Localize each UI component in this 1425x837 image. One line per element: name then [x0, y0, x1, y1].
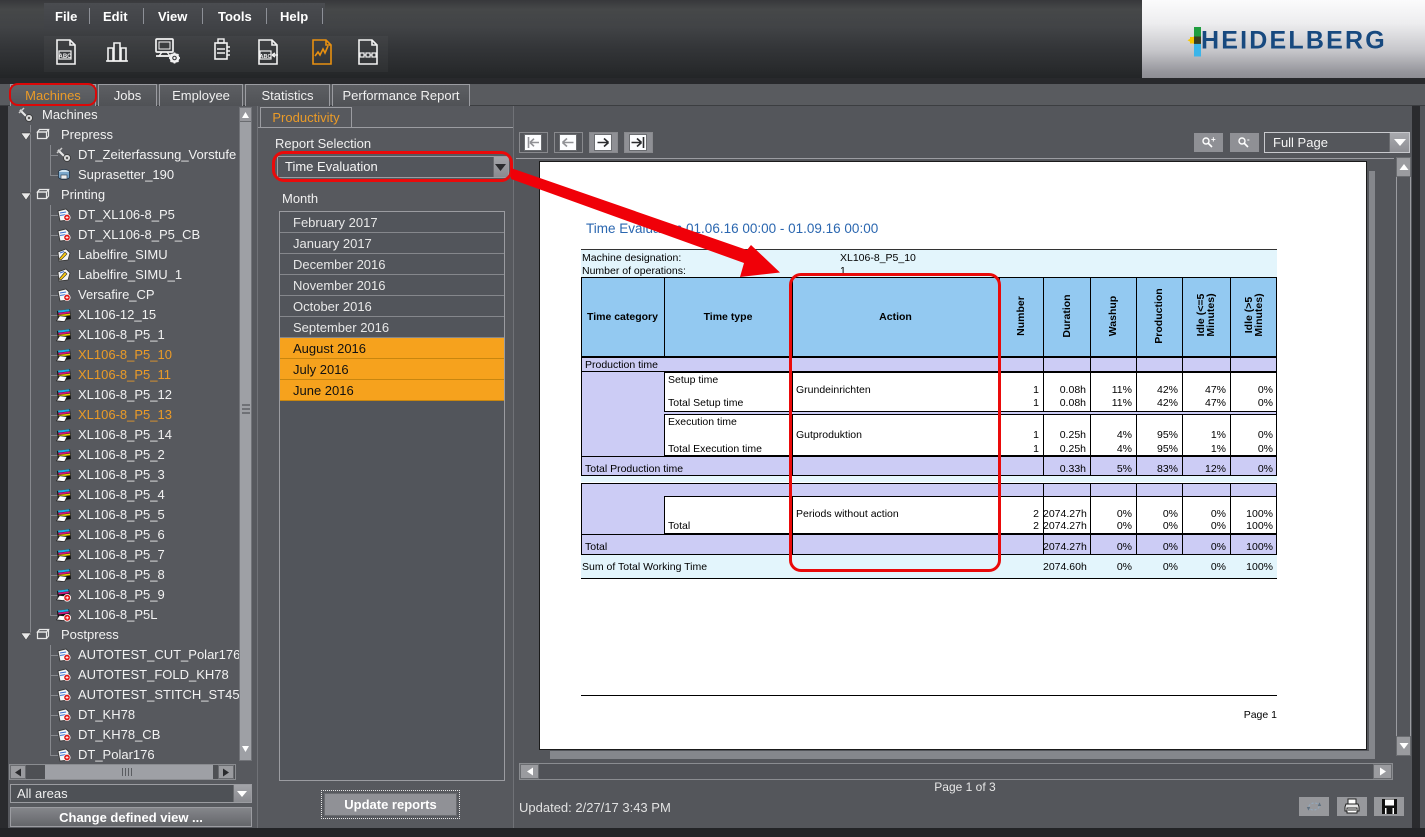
svg-text:+: +	[1211, 136, 1216, 144]
svg-text:-: -	[1247, 136, 1250, 144]
svg-text:ABC: ABC	[260, 54, 272, 60]
svg-text:ABC: ABC	[59, 54, 73, 60]
svg-text:HEIDELBERG: HEIDELBERG	[1201, 27, 1387, 55]
